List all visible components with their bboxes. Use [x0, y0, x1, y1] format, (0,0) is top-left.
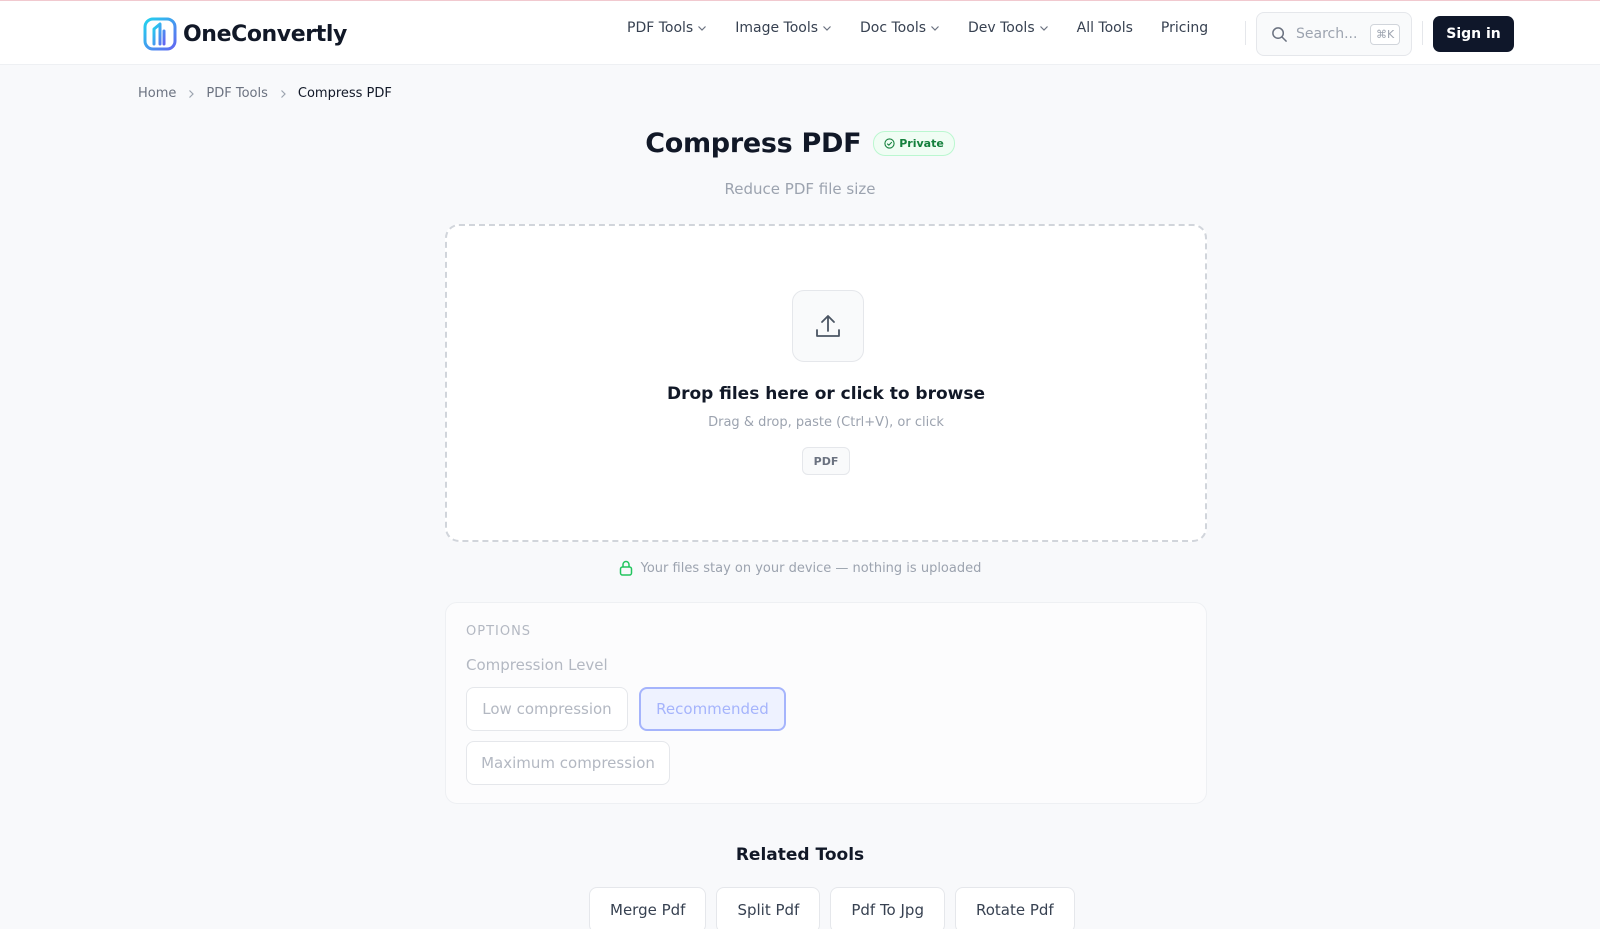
nav-label: PDF Tools	[627, 20, 694, 36]
nav-all-tools[interactable]: All Tools	[1077, 20, 1133, 36]
page-subtitle: Reduce PDF file size	[724, 180, 876, 198]
nav-pdf-tools[interactable]: PDF Tools	[627, 20, 707, 36]
badge-label: Private	[899, 137, 944, 150]
related-split-pdf[interactable]: Split Pdf	[716, 887, 821, 929]
related-pdf-to-jpg[interactable]: Pdf To Jpg	[830, 887, 945, 929]
breadcrumb-current: Compress PDF	[297, 86, 392, 101]
nav-image-tools[interactable]: Image Tools	[735, 20, 832, 36]
upload-icon-box	[792, 290, 864, 362]
dropzone-subtitle: Drag & drop, paste (Ctrl+V), or click	[708, 415, 944, 430]
search-icon	[1272, 26, 1287, 42]
nav-divider	[1245, 21, 1246, 45]
dropzone-title: Drop files here or click to browse	[666, 384, 986, 404]
nav-dev-tools[interactable]: Dev Tools	[968, 20, 1049, 36]
nav-label: All Tools	[1076, 20, 1133, 36]
logo[interactable]: OneConvertly	[143, 17, 347, 51]
related-tools-list: Merge Pdf Split Pdf Pdf To Jpg Rotate Pd…	[589, 887, 1075, 929]
main-nav: PDF Tools Image Tools Doc Tools Dev Tool…	[627, 20, 1208, 36]
search-box[interactable]: ⌘K	[1256, 12, 1412, 56]
lock-icon	[619, 560, 632, 576]
title-row: Compress PDF Private	[0, 128, 1600, 159]
options-panel: OPTIONS Compression Level Low compressio…	[445, 602, 1207, 804]
nav-label: Dev Tools	[968, 20, 1035, 36]
chevron-down-icon	[823, 26, 831, 31]
private-badge: Private	[873, 131, 955, 156]
nav-pricing[interactable]: Pricing	[1161, 20, 1208, 36]
logo-icon	[143, 17, 177, 51]
chevron-right-icon	[280, 89, 286, 98]
low-compression-button[interactable]: Low compression	[466, 687, 628, 731]
related-tools-title: Related Tools	[735, 845, 865, 865]
page-title: Compress PDF	[645, 128, 862, 159]
upload-icon	[816, 315, 840, 337]
breadcrumb-home[interactable]: Home	[138, 86, 176, 101]
recommended-button[interactable]: Recommended	[639, 687, 786, 731]
search-divider	[1422, 21, 1423, 45]
chevron-right-icon	[189, 89, 195, 98]
breadcrumb: Home PDF Tools Compress PDF	[138, 86, 392, 101]
nav-doc-tools[interactable]: Doc Tools	[860, 20, 940, 36]
maximum-compression-button[interactable]: Maximum compression	[466, 741, 670, 785]
search-shortcut: ⌘K	[1370, 23, 1401, 45]
privacy-note: Your files stay on your device — nothing…	[0, 560, 1600, 576]
shield-check-icon	[884, 138, 895, 149]
search-input[interactable]	[1296, 26, 1362, 42]
chevron-down-icon	[698, 26, 707, 31]
nav-label: Image Tools	[735, 20, 819, 36]
sign-in-button[interactable]: Sign in	[1433, 16, 1514, 52]
compression-level-label: Compression Level	[466, 656, 608, 674]
chevron-down-icon	[931, 26, 939, 31]
privacy-text: Your files stay on your device — nothing…	[640, 560, 982, 576]
file-dropzone[interactable]: Drop files here or click to browse Drag …	[445, 224, 1207, 542]
logo-text: OneConvertly	[183, 21, 347, 47]
nav-label: Doc Tools	[860, 20, 926, 36]
nav-label: Pricing	[1160, 20, 1209, 36]
site-header: OneConvertly PDF Tools Image Tools Doc T…	[0, 1, 1600, 65]
options-section-label: OPTIONS	[466, 624, 532, 639]
chevron-down-icon	[1039, 26, 1048, 31]
file-type-tag: PDF	[802, 447, 850, 475]
related-merge-pdf[interactable]: Merge Pdf	[589, 887, 707, 929]
related-rotate-pdf[interactable]: Rotate Pdf	[954, 887, 1075, 929]
breadcrumb-pdf-tools[interactable]: PDF Tools	[206, 86, 267, 101]
